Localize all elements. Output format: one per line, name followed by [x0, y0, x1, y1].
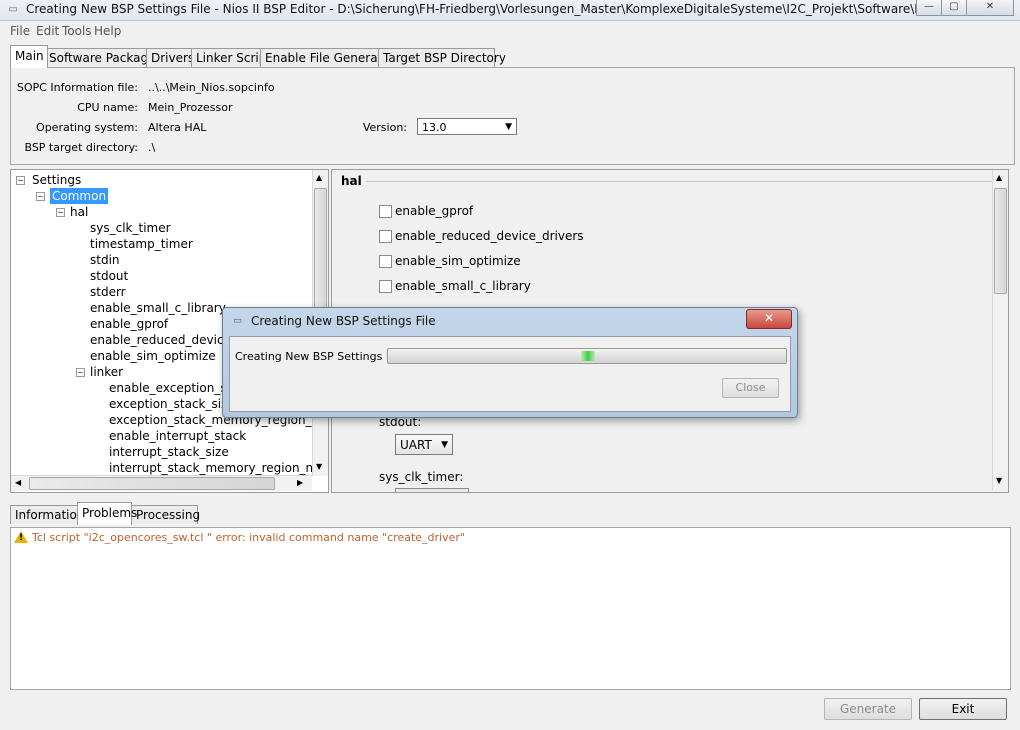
checkbox-label: enable_sim_optimize [395, 254, 521, 268]
app-icon: ▭ [8, 4, 18, 15]
minimize-button[interactable]: — [916, 0, 942, 16]
tab-information[interactable]: Information [10, 505, 84, 524]
progress-indicator [581, 351, 595, 361]
close-window-button[interactable]: ✕ [966, 0, 1014, 16]
tree-item[interactable]: enable_exception_st [109, 380, 231, 396]
tree-item[interactable]: timestamp_timer [90, 236, 193, 252]
tree-item[interactable]: enable_small_c_library [90, 300, 226, 316]
sys-clk-timer-select[interactable] [395, 488, 469, 492]
tree-node-linker[interactable]: linker [90, 364, 123, 380]
scroll-thumb[interactable] [29, 477, 275, 490]
error-message[interactable]: Tcl script "i2c_opencores_sw.tcl " error… [32, 531, 465, 544]
checkbox-label: enable_small_c_library [395, 279, 531, 293]
tab-problems[interactable]: Problems [77, 502, 137, 525]
scroll-right-icon[interactable]: ▶ [297, 478, 303, 487]
version-value: 13.0 [422, 121, 447, 134]
maximize-button[interactable]: ▢ [941, 0, 967, 16]
target-dir-label: BSP target directory: [24, 141, 138, 154]
main-info-panel: SOPC Information file: ..\..\Mein_Nios.s… [10, 67, 1015, 165]
group-divider [366, 181, 992, 182]
tree-root-settings[interactable]: Settings [32, 172, 81, 188]
tab-main[interactable]: Main [10, 45, 48, 68]
scroll-up-icon[interactable]: ▲ [316, 173, 322, 182]
warning-mark: ! [19, 533, 24, 543]
tree-horizontal-scrollbar[interactable]: ◀ ▶ [11, 475, 312, 491]
scroll-down-icon[interactable]: ▼ [316, 462, 322, 471]
checkbox-enable-gprof[interactable] [379, 205, 392, 218]
menu-edit[interactable]: Edit [36, 24, 59, 38]
version-label: Version: [362, 121, 407, 134]
tab-enable-file-generation[interactable]: Enable File Generation [260, 48, 401, 67]
collapse-icon[interactable]: − [56, 208, 65, 217]
exit-button[interactable]: Exit [919, 698, 1007, 720]
settings-vertical-scrollbar[interactable]: ▲ ▼ [992, 170, 1008, 490]
dialog-title: Creating New BSP Settings File [251, 314, 436, 328]
progress-dialog: ▭ Creating New BSP Settings File ✕ Creat… [222, 307, 798, 418]
dialog-close-x-button[interactable]: ✕ [746, 309, 792, 329]
tree-item[interactable]: enable_gprof [90, 316, 168, 332]
checkbox-enable-small-c-library[interactable] [379, 280, 392, 293]
tree-node-hal[interactable]: hal [70, 204, 88, 220]
dialog-app-icon: ▭ [233, 316, 242, 326]
checkbox-enable-reduced-device-drivers[interactable] [379, 230, 392, 243]
tree-item[interactable]: interrupt_stack_memory_region_nan [109, 460, 328, 476]
sopc-value: ..\..\Mein_Nios.sopcinfo [148, 81, 275, 94]
target-dir-value: .\ [148, 141, 156, 154]
tree-item[interactable]: interrupt_stack_size [109, 444, 229, 460]
checkbox-enable-sim-optimize[interactable] [379, 255, 392, 268]
os-label: Operating system: [36, 121, 138, 134]
tree-node-common[interactable]: Common [50, 188, 109, 204]
scroll-up-icon[interactable]: ▲ [996, 173, 1002, 182]
group-title: hal [341, 174, 362, 188]
chevron-down-icon: ▼ [505, 122, 512, 132]
tab-target-bsp-directory[interactable]: Target BSP Directory [378, 48, 506, 67]
dialog-body: Creating New BSP Settings File Close [229, 336, 791, 412]
problems-panel: ! Tcl script "i2c_opencores_sw.tcl " err… [10, 527, 1011, 690]
collapse-icon[interactable]: − [16, 176, 25, 185]
progress-bar [387, 348, 787, 364]
generate-button[interactable]: Generate [824, 698, 912, 720]
title-bar: ▭ Creating New BSP Settings File - Nios … [0, 0, 1020, 21]
stdout-value: UART [400, 438, 432, 452]
collapse-icon[interactable]: − [76, 368, 85, 377]
tab-software-packages[interactable]: Software Packages [44, 48, 162, 67]
tree-item[interactable]: exception_stack_size [109, 396, 235, 412]
sopc-label: SOPC Information file: [16, 81, 138, 94]
cpu-value: Mein_Prozessor [148, 101, 233, 114]
version-select[interactable]: 13.0 ▼ [417, 118, 517, 135]
chevron-down-icon: ▼ [441, 440, 448, 450]
tab-linker-script[interactable]: Linker Script [191, 48, 271, 67]
stdout-select[interactable]: UART ▼ [395, 434, 453, 455]
menu-file[interactable]: File [10, 24, 30, 38]
tree-item[interactable]: enable_reduced_device_ [90, 332, 237, 348]
tree-item[interactable]: enable_sim_optimize [90, 348, 216, 364]
sys-clk-timer-label: sys_clk_timer: [379, 470, 464, 484]
dialog-close-button[interactable]: Close [722, 378, 779, 398]
checkbox-label: enable_reduced_device_drivers [395, 229, 584, 243]
progress-label: Creating New BSP Settings File [235, 350, 405, 363]
menu-tools[interactable]: Tools [62, 24, 92, 38]
scroll-left-icon[interactable]: ◀ [15, 478, 21, 487]
scroll-down-icon[interactable]: ▼ [996, 476, 1002, 485]
tree-item[interactable]: stdout [90, 268, 128, 284]
tab-processing[interactable]: Processing [131, 505, 200, 524]
menu-bar: File Edit Tools Help [0, 22, 1020, 40]
scroll-thumb[interactable] [994, 188, 1007, 294]
window-title: Creating New BSP Settings File - Nios II… [26, 2, 916, 16]
os-value: Altera HAL [148, 121, 207, 134]
tree-item[interactable]: stdin [90, 252, 120, 268]
tree-item[interactable]: enable_interrupt_stack [109, 428, 246, 444]
cpu-label: CPU name: [77, 101, 138, 114]
collapse-icon[interactable]: − [36, 192, 45, 201]
tree-item[interactable]: stderr [90, 284, 126, 300]
checkbox-label: enable_gprof [395, 204, 474, 218]
tree-item[interactable]: sys_clk_timer [90, 220, 171, 236]
menu-help[interactable]: Help [94, 24, 121, 38]
